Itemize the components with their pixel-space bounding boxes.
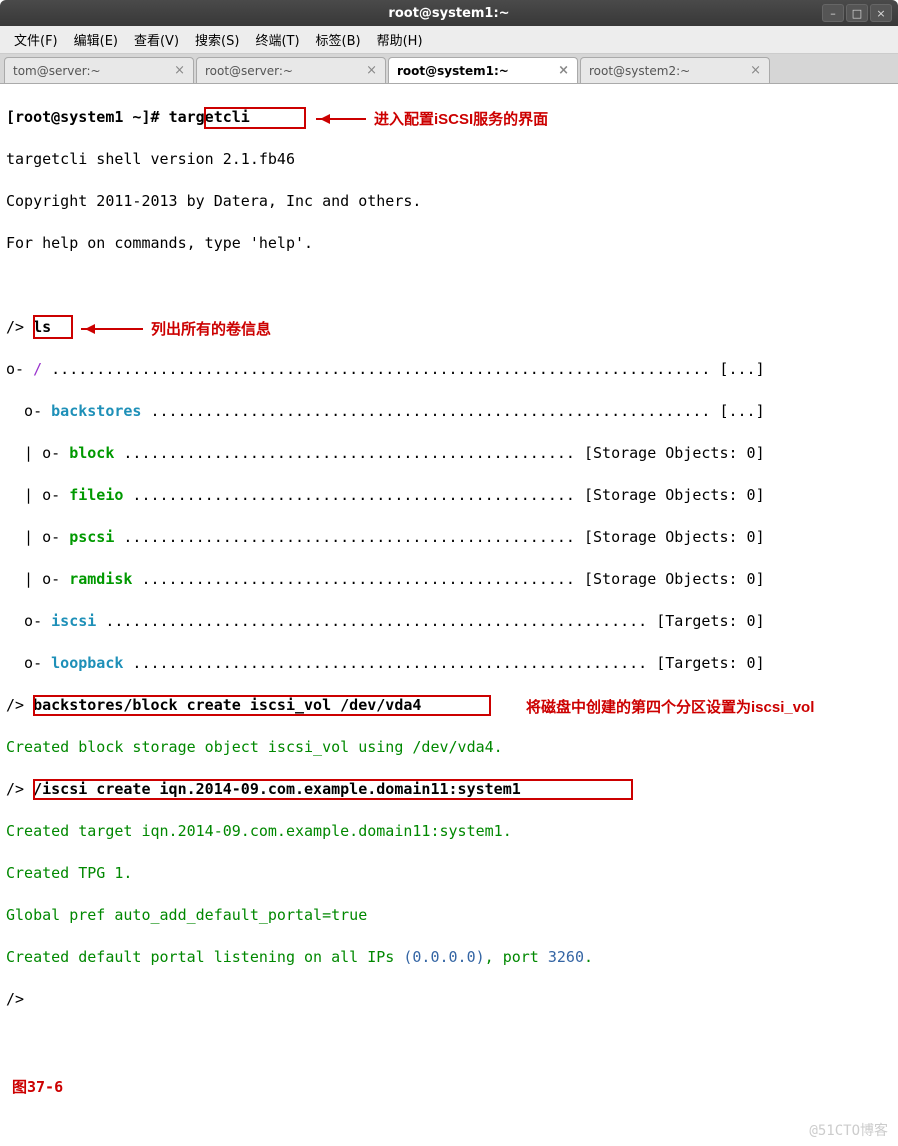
terminal-output[interactable]: [root@system1 ~]# targetcli 进入配置iSCSI服务的…	[0, 84, 898, 1146]
annotation: 进入配置iSCSI服务的界面	[374, 109, 548, 130]
tab-label: tom@server:~	[13, 64, 101, 78]
close-button[interactable]: ×	[870, 4, 892, 22]
minimize-button[interactable]: –	[822, 4, 844, 22]
tree-fileio: | o- fileio ............................…	[6, 485, 892, 506]
prompt-line: />	[6, 989, 892, 1010]
output-line: Created default portal listening on all …	[6, 947, 892, 968]
tab-root-server[interactable]: root@server:~ ×	[196, 57, 386, 83]
menu-terminal[interactable]: 终端(T)	[247, 26, 307, 53]
tab-tom-server[interactable]: tom@server:~ ×	[4, 57, 194, 83]
menu-help[interactable]: 帮助(H)	[369, 26, 431, 53]
menu-search[interactable]: 搜索(S)	[187, 26, 247, 53]
output-line: Created target iqn.2014-09.com.example.d…	[6, 821, 892, 842]
tree-pscsi: | o- pscsi .............................…	[6, 527, 892, 548]
arrow-icon	[316, 118, 366, 120]
tab-root-system1[interactable]: root@system1:~ ×	[388, 57, 578, 83]
tab-root-system2[interactable]: root@system2:~ ×	[580, 57, 770, 83]
menu-tabs[interactable]: 标签(B)	[308, 26, 369, 53]
annotation: 将磁盘中创建的第四个分区设置为iscsi_vol	[526, 697, 814, 718]
watermark: @51CTO博客	[809, 1121, 888, 1142]
tabbar: tom@server:~ × root@server:~ × root@system…	[0, 54, 898, 84]
tree-block: | o- block .............................…	[6, 443, 892, 464]
menubar: 文件(F) 编辑(E) 查看(V) 搜索(S) 终端(T) 标签(B) 帮助(H…	[0, 26, 898, 54]
maximize-button[interactable]: □	[846, 4, 868, 22]
tree-root: o- / ...................................…	[6, 359, 892, 380]
tab-label: root@system1:~	[397, 64, 509, 78]
figure-caption: 图37-6	[6, 1073, 892, 1102]
cmd-targetcli: targetcli	[169, 108, 250, 126]
output-line: Created TPG 1.	[6, 863, 892, 884]
window-titlebar: root@system1:~ – □ ×	[0, 0, 898, 26]
tree-ramdisk: | o- ramdisk ...........................…	[6, 569, 892, 590]
cmd-block-create: backstores/block create iscsi_vol /dev/v…	[33, 696, 421, 714]
cmd-ls: ls	[33, 318, 51, 336]
output-line: targetcli shell version 2.1.fb46	[6, 149, 892, 170]
output-line: Global pref auto_add_default_portal=true	[6, 905, 892, 926]
tree-loopback: o- loopback ............................…	[6, 653, 892, 674]
tree-backstores: o- backstores ..........................…	[6, 401, 892, 422]
output-line: Created block storage object iscsi_vol u…	[6, 737, 892, 758]
annotation: 列出所有的卷信息	[151, 319, 271, 340]
close-icon[interactable]: ×	[558, 63, 569, 78]
menu-edit[interactable]: 编辑(E)	[66, 26, 126, 53]
tab-label: root@system2:~	[589, 64, 690, 78]
prompt: [root@system1 ~]#	[6, 108, 169, 126]
output-line: Copyright 2011-2013 by Datera, Inc and o…	[6, 191, 892, 212]
close-icon[interactable]: ×	[366, 63, 377, 78]
window-title: root@system1:~	[0, 6, 898, 21]
tab-label: root@server:~	[205, 64, 293, 78]
tree-iscsi: o- iscsi ...............................…	[6, 611, 892, 632]
menu-view[interactable]: 查看(V)	[126, 26, 187, 53]
cmd-iscsi-create: /iscsi create iqn.2014-09.com.example.do…	[33, 780, 521, 798]
menu-file[interactable]: 文件(F)	[6, 26, 66, 53]
close-icon[interactable]: ×	[174, 63, 185, 78]
close-icon[interactable]: ×	[750, 63, 761, 78]
output-line: For help on commands, type 'help'.	[6, 233, 892, 254]
arrow-icon	[81, 328, 143, 330]
